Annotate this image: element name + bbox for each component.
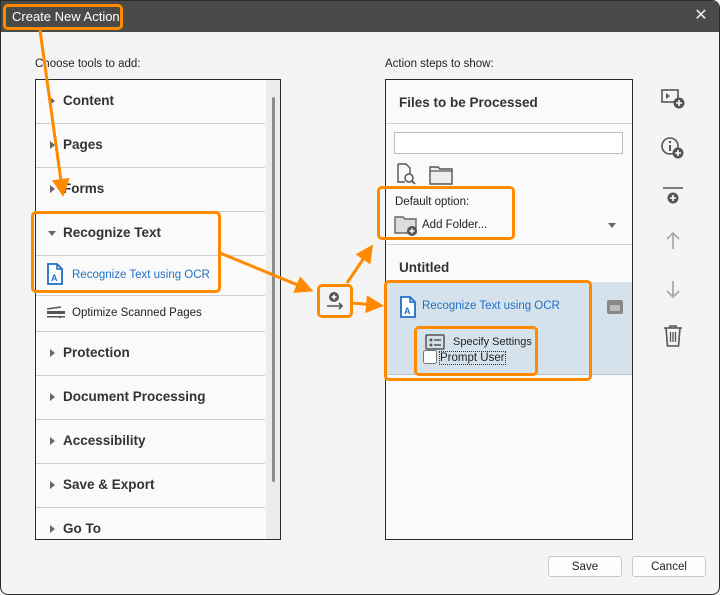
move-up-button[interactable]	[660, 230, 686, 256]
add-folder-icon	[394, 215, 420, 242]
category-label: Protection	[63, 345, 130, 360]
add-instruction-step-button[interactable]	[660, 87, 686, 113]
category-label: Forms	[63, 181, 105, 196]
add-separator-button[interactable]	[660, 185, 686, 211]
ocr-document-icon: A	[399, 296, 417, 323]
expand-arrow-icon	[50, 141, 55, 149]
category-forms[interactable]: Forms	[36, 168, 265, 212]
close-icon[interactable]: ✕	[693, 8, 709, 24]
category-go-to[interactable]: Go To	[36, 508, 265, 552]
files-input[interactable]	[394, 132, 623, 154]
action-steps-label: Action steps to show:	[385, 58, 494, 70]
expand-arrow-icon	[50, 393, 55, 401]
svg-text:A: A	[404, 306, 411, 316]
category-label: Accessibility	[63, 433, 146, 448]
svg-text:A: A	[51, 273, 58, 283]
expand-arrow-icon	[50, 97, 55, 105]
category-label: Go To	[63, 521, 101, 536]
choose-tools-label: Choose tools to add:	[35, 58, 141, 70]
category-document-processing[interactable]: Document Processing	[36, 376, 265, 420]
scrollbar-thumb[interactable]	[272, 97, 275, 482]
create-new-action-dialog: Create New Action ✕ Choose tools to add:…	[0, 0, 720, 595]
delete-button[interactable]	[660, 323, 686, 349]
category-label: Pages	[63, 137, 103, 152]
expand-arrow-icon	[50, 185, 55, 193]
expand-arrow-icon	[50, 481, 55, 489]
category-recognize-text[interactable]: Recognize Text	[36, 212, 265, 256]
category-save-export[interactable]: Save & Export	[36, 464, 265, 508]
category-accessibility[interactable]: Accessibility	[36, 420, 265, 464]
step-options-icon[interactable]	[606, 299, 624, 320]
action-steps-list: Files to be Processed Default option: Ad…	[385, 79, 633, 540]
add-info-button[interactable]	[660, 135, 686, 161]
expand-arrow-icon	[50, 437, 55, 445]
tools-list: Content Pages Forms Recognize Text A Rec…	[35, 79, 281, 540]
category-content[interactable]: Content	[36, 80, 265, 124]
default-option-dropdown[interactable]: Add Folder...	[392, 214, 624, 238]
cancel-button[interactable]: Cancel	[632, 556, 706, 577]
expand-arrow-icon	[50, 525, 55, 533]
title-bar: Create New Action ✕	[1, 1, 719, 32]
specify-settings-label: Specify Settings	[453, 336, 532, 348]
arrow-down-icon	[660, 281, 686, 304]
browse-file-icon[interactable]	[396, 163, 418, 190]
save-button[interactable]: Save	[548, 556, 622, 577]
scrollbar[interactable]	[266, 80, 280, 539]
prompt-user-label: Prompt User	[439, 351, 506, 365]
add-to-action-icon	[325, 290, 347, 317]
prompt-user-check[interactable]	[423, 350, 437, 364]
instruction-add-icon	[660, 89, 686, 115]
collapse-arrow-icon	[48, 231, 56, 236]
category-protection[interactable]: Protection	[36, 332, 265, 376]
category-label: Document Processing	[63, 389, 206, 404]
divider	[386, 123, 632, 124]
tool-optimize-scanned-pages[interactable]: Optimize Scanned Pages	[36, 296, 265, 332]
tool-label: Recognize Text using OCR	[72, 269, 210, 281]
step-label: Recognize Text using OCR	[422, 300, 560, 312]
action-step-ocr[interactable]: A Recognize Text using OCR Specify Setti…	[386, 282, 632, 375]
chevron-down-icon	[608, 223, 616, 228]
info-add-icon	[660, 137, 686, 165]
browse-folder-icon[interactable]	[429, 165, 453, 190]
default-option-label: Default option:	[395, 196, 470, 208]
tool-recognize-text-ocr[interactable]: A Recognize Text using OCR	[36, 256, 265, 296]
arrow-up-icon	[660, 231, 686, 256]
files-to-be-processed-title: Files to be Processed	[399, 95, 538, 110]
scanner-icon	[46, 306, 66, 325]
separator-add-icon	[660, 187, 686, 211]
ocr-document-icon: A	[46, 263, 64, 290]
specify-settings[interactable]: Specify Settings	[423, 332, 538, 352]
dialog-title: Create New Action	[12, 9, 120, 24]
trash-icon	[660, 325, 686, 353]
add-tool-button[interactable]	[317, 284, 353, 318]
category-pages[interactable]: Pages	[36, 124, 265, 168]
tool-label: Optimize Scanned Pages	[72, 307, 202, 319]
category-label: Recognize Text	[63, 225, 162, 240]
category-label: Save & Export	[63, 477, 155, 492]
divider	[386, 244, 632, 245]
category-label: Content	[63, 93, 114, 108]
expand-arrow-icon	[50, 349, 55, 357]
untitled-group-title: Untitled	[399, 260, 450, 275]
default-option-value: Add Folder...	[422, 219, 488, 231]
move-down-button[interactable]	[660, 278, 686, 304]
